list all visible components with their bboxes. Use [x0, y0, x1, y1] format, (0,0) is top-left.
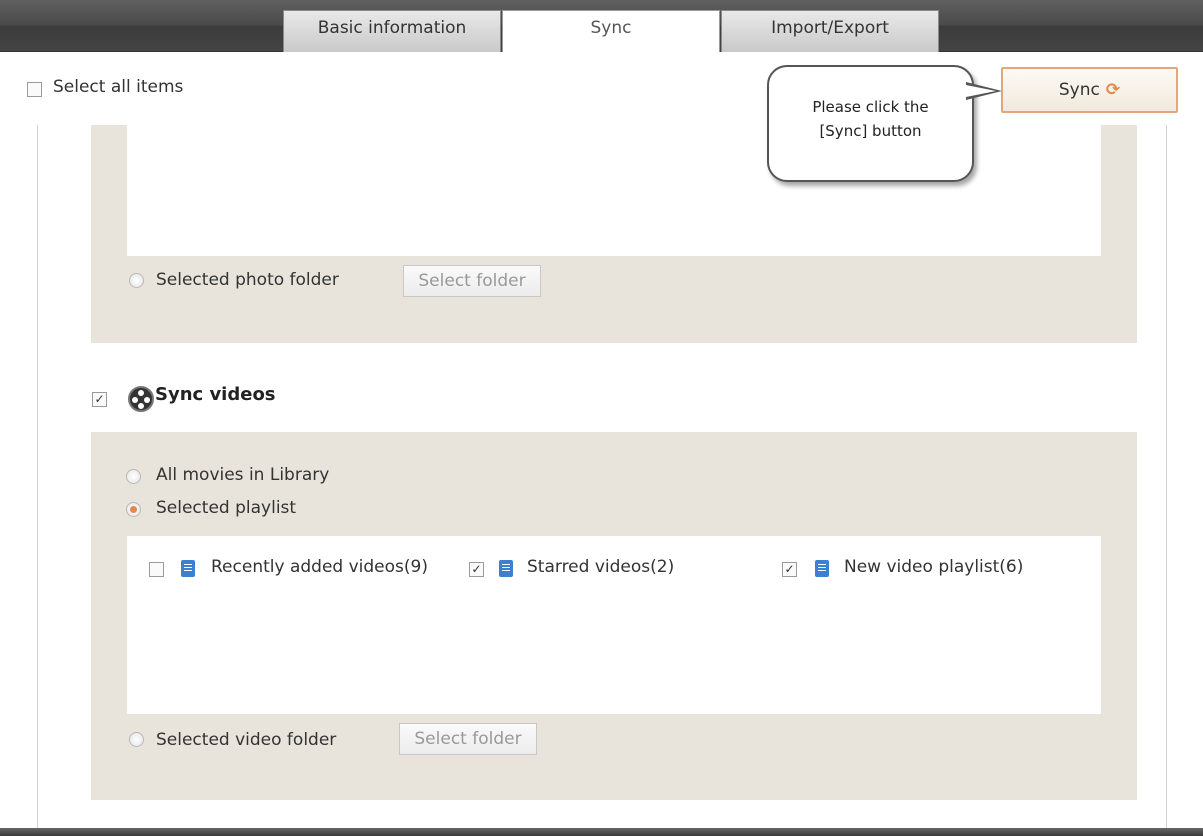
playlist-checkbox-starred[interactable]	[469, 562, 484, 577]
selected-photo-folder-radio[interactable]	[129, 273, 144, 288]
playlist-icon	[499, 560, 513, 577]
all-movies-label: All movies in Library	[156, 465, 330, 485]
select-all-label: Select all items	[53, 77, 184, 97]
playlist-checkbox-new-video[interactable]	[782, 562, 797, 577]
tab-import-export[interactable]: Import/Export	[721, 10, 939, 52]
video-select-folder-button[interactable]: Select folder	[399, 723, 537, 755]
selected-video-folder-label: Selected video folder	[156, 730, 337, 750]
playlist-label-starred: Starred videos(2)	[527, 557, 675, 577]
sync-arrows-icon: ⟳	[1105, 80, 1121, 100]
content-border-right	[1166, 125, 1167, 828]
playlist-checkbox-recently-added[interactable]	[149, 562, 164, 577]
playlist-label-recently-added: Recently added videos(9)	[211, 557, 428, 577]
sync-header: Select all items Sync ⟳	[0, 52, 1203, 125]
tab-basic-information[interactable]: Basic information	[283, 10, 501, 52]
sync-hint-callout: Please click the [Sync] button	[767, 65, 974, 182]
sync-videos-checkbox[interactable]	[92, 392, 107, 407]
sync-button[interactable]: Sync ⟳	[1001, 67, 1178, 113]
sync-videos-title: Sync videos	[155, 384, 276, 405]
selected-photo-folder-label: Selected photo folder	[156, 270, 339, 290]
all-movies-radio[interactable]	[126, 469, 141, 484]
content-border-left	[37, 125, 38, 828]
playlist-icon	[181, 560, 195, 577]
callout-line-1: Please click the	[812, 98, 929, 116]
callout-line-2: [Sync] button	[819, 122, 922, 140]
playlist-label-new-video: New video playlist(6)	[844, 557, 1024, 577]
tab-sync[interactable]: Sync	[502, 10, 720, 53]
video-playlist-box: Recently added videos(9) Starred videos(…	[127, 536, 1101, 714]
playlist-icon	[815, 560, 829, 577]
selected-playlist-radio[interactable]	[126, 502, 141, 517]
sync-button-label: Sync	[1058, 80, 1100, 100]
video-sync-panel: All movies in Library Selected playlist …	[91, 432, 1137, 800]
callout-pointer	[966, 82, 1002, 100]
select-all-checkbox[interactable]	[27, 82, 42, 97]
bottom-bar	[0, 828, 1203, 836]
tab-bar: Basic information Sync Import/Export	[0, 0, 1203, 53]
selected-video-folder-radio[interactable]	[129, 732, 144, 747]
photo-sync-panel: Selected photo folder Select folder	[91, 125, 1137, 343]
film-reel-icon	[128, 386, 154, 412]
photo-select-folder-button[interactable]: Select folder	[403, 265, 541, 297]
selected-playlist-label: Selected playlist	[156, 498, 297, 518]
